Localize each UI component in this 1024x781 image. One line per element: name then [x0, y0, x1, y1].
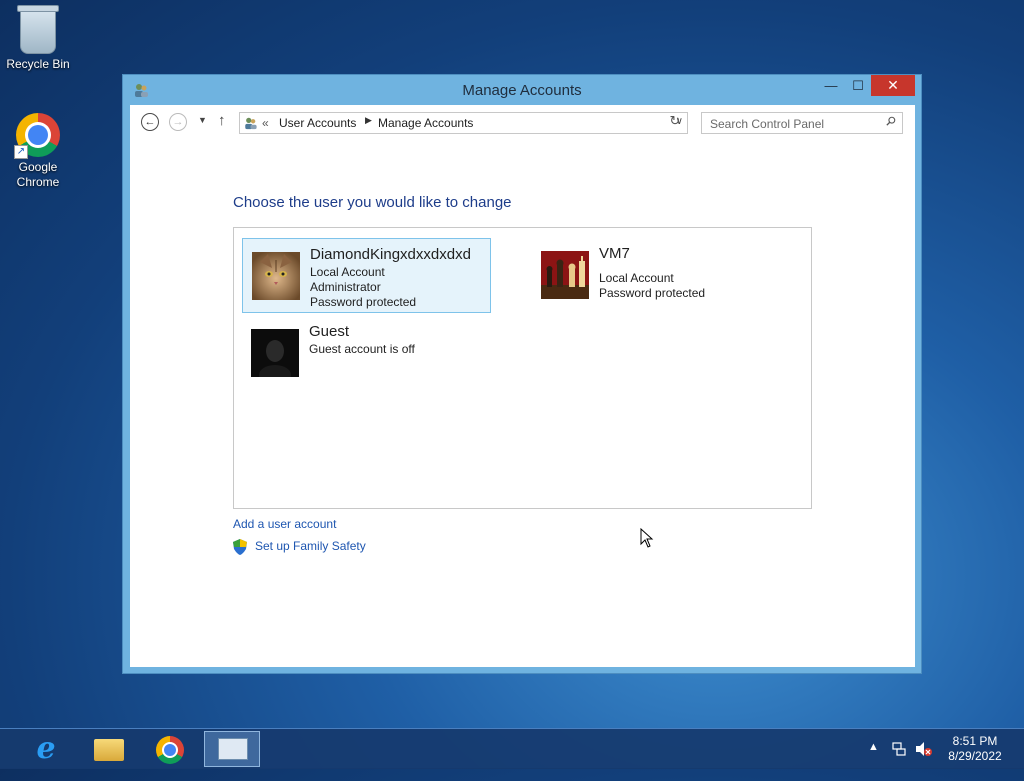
clock-date: 8/29/2022 — [948, 749, 1002, 763]
recycle-bin-icon — [17, 5, 59, 54]
breadcrumb-manage-accounts[interactable]: Manage Accounts — [378, 116, 473, 130]
guest-avatar — [251, 329, 299, 377]
volume-muted-icon[interactable] — [915, 741, 933, 757]
internet-explorer-icon[interactable]: e — [18, 731, 74, 767]
desktop-icon-label: Google Chrome — [16, 160, 60, 189]
window-content: ← → ▼ ↑ « User Accounts ▶ Manage Account… — [130, 105, 915, 667]
desktop-icon-label: Recycle Bin — [6, 57, 70, 71]
accounts-panel: DiamondKingxdxxdxdxd Local Account Admin… — [233, 227, 812, 509]
desktop-icon-google-chrome[interactable]: ↗ Google Chrome — [0, 113, 76, 190]
account-name: DiamondKingxdxxdxdxd — [310, 246, 471, 263]
window-title: Manage Accounts — [462, 82, 582, 99]
file-explorer-icon[interactable] — [80, 731, 136, 767]
taskbar: e ▲ 8:51 PM 8/29/2022 — [0, 728, 1024, 769]
maximize-button[interactable]: ☐ — [844, 75, 872, 96]
account-password-status: Password protected — [599, 286, 706, 300]
shortcut-arrow-icon: ↗ — [14, 145, 28, 159]
show-hidden-icons-button[interactable]: ▲ — [868, 741, 879, 781]
forward-button[interactable]: → — [169, 113, 187, 131]
recent-locations-dropdown[interactable]: ▼ — [198, 115, 207, 125]
up-button[interactable]: ↑ — [218, 112, 226, 129]
add-user-account-link[interactable]: Add a user account — [233, 517, 336, 531]
account-tile-diamondkingxdxxdxdxd[interactable]: DiamondKingxdxxdxdxd Local Account Admin… — [242, 238, 491, 313]
mouse-cursor-icon — [640, 528, 654, 548]
control-panel-icon[interactable] — [204, 731, 260, 767]
chrome-icon: ↗ — [14, 113, 60, 159]
account-status: Guest account is off — [309, 342, 415, 356]
minimize-button[interactable]: — — [817, 75, 845, 96]
title-bar[interactable]: Manage Accounts — ☐ ✕ — [123, 75, 921, 105]
address-bar[interactable]: « User Accounts ▶ Manage Accounts ∨ — [239, 112, 688, 134]
family-safety-link[interactable]: Set up Family Safety — [255, 539, 366, 553]
chrome-icon[interactable] — [142, 731, 198, 767]
account-type: Local Account — [310, 265, 385, 279]
close-button[interactable]: ✕ — [871, 75, 915, 96]
clock[interactable]: 8:51 PM 8/29/2022 — [940, 734, 1010, 764]
account-type: Local Account — [599, 271, 674, 285]
account-password-status: Password protected — [310, 295, 417, 309]
search-input[interactable] — [708, 115, 880, 133]
account-tile-vm7[interactable]: VM7 Local Account Password protected — [532, 238, 781, 313]
refresh-button[interactable]: ↻ — [665, 113, 685, 133]
clock-time: 8:51 PM — [952, 734, 998, 748]
account-name: Guest — [309, 323, 350, 340]
navigation-bar: ← → ▼ ↑ « User Accounts ▶ Manage Account… — [130, 105, 915, 141]
account-role: Administrator — [310, 280, 381, 294]
back-button[interactable]: ← — [141, 113, 159, 131]
account-name: VM7 — [599, 245, 630, 262]
page-heading: Choose the user you would like to change — [233, 194, 512, 211]
cat-avatar — [252, 252, 300, 300]
search-box[interactable] — [701, 112, 903, 134]
user-accounts-icon — [245, 117, 257, 130]
chess-avatar — [541, 251, 589, 299]
breadcrumb-overflow[interactable]: « — [262, 116, 269, 130]
desktop-icon-recycle-bin[interactable]: Recycle Bin — [0, 5, 76, 72]
manage-accounts-window: Manage Accounts — ☐ ✕ ← → ▼ ↑ « User Acc… — [122, 74, 922, 674]
breadcrumb-separator[interactable]: ▶ — [365, 115, 372, 126]
breadcrumb-user-accounts[interactable]: User Accounts — [279, 116, 356, 130]
network-icon[interactable] — [891, 741, 907, 757]
uac-shield-icon — [233, 539, 247, 555]
search-icon[interactable] — [886, 116, 896, 126]
account-tile-guest[interactable]: Guest Guest account is off — [242, 316, 491, 391]
